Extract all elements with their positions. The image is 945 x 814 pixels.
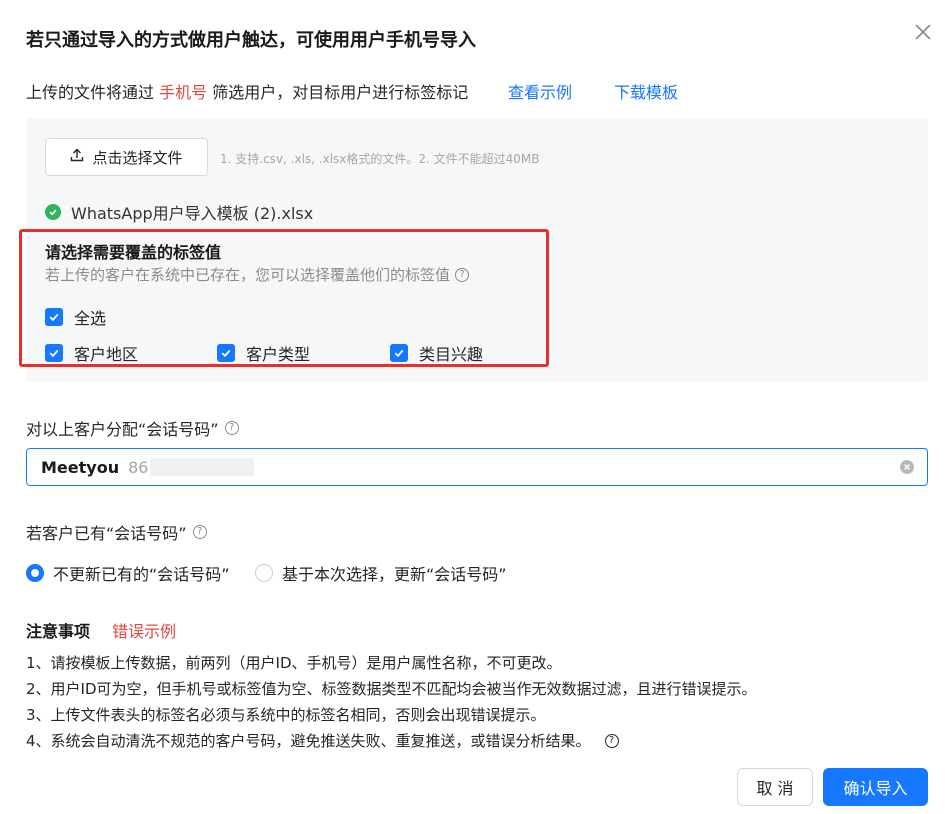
selected-account-number: 86 <box>128 457 149 477</box>
intro-text: 上传的文件将通过 手机号 筛选用户，对目标用户进行标签标记 <box>26 79 468 103</box>
notes-title: 注意事项 <box>26 622 91 641</box>
checkbox-customer-type[interactable]: 客户类型 <box>217 341 310 365</box>
masked-number <box>150 458 255 476</box>
checkbox-select-all[interactable]: 全选 <box>45 305 106 329</box>
tags-section-title: 请选择需要覆盖的标签值 <box>45 243 222 262</box>
download-template-link[interactable]: 下载模板 <box>614 79 678 103</box>
checkbox-label: 客户地区 <box>74 345 139 364</box>
radio-update-number[interactable]: 基于本次选择，更新“会话号码” <box>255 561 507 585</box>
checkbox-label: 类目兴趣 <box>419 345 484 364</box>
upload-hint: 1. 支持.csv, .xls, .xlsx格式的文件。2. 文件不能超过40M… <box>220 152 540 166</box>
uploaded-file-name: WhatsApp用户导入模板 (2).xlsx <box>71 204 314 223</box>
checkbox-checked-icon <box>390 344 408 362</box>
note-item-4: 4、系统会自动清洗不规范的客户号码，避免推送失败、重复推送，或错误分析结果。 ? <box>26 730 619 751</box>
help-icon[interactable]: ? <box>455 267 470 282</box>
close-icon[interactable] <box>913 22 933 42</box>
note-item: 1、请按模板上传数据，前两列（用户ID、手机号）是用户属性名称，不可更改。 <box>26 654 562 672</box>
dialog-title: 若只通过导入的方式做用户触达，可使用用户手机号导入 <box>26 30 476 51</box>
view-example-link[interactable]: 查看示例 <box>508 79 572 103</box>
note-item: 4、系统会自动清洗不规范的客户号码，避免推送失败、重复推送，或错误分析结果。 <box>26 732 591 750</box>
session-number-select[interactable]: Meetyou 86 <box>26 448 928 486</box>
radio-keep-existing[interactable]: 不更新已有的“会话号码” <box>26 561 230 585</box>
tags-section-description: 若上传的客户在系统中已存在，您可以选择覆盖他们的标签值 ? <box>45 264 470 285</box>
checkbox-label: 客户类型 <box>246 345 311 364</box>
choose-file-label: 点击选择文件 <box>92 148 183 167</box>
note-item: 3、上传文件表头的标签名必须与系统中的标签名相同，否则会出现错误提示。 <box>26 706 546 724</box>
existing-number-label: 若客户已有“会话号码” ? <box>26 520 207 544</box>
tags-description-text: 若上传的客户在系统中已存在，您可以选择覆盖他们的标签值 <box>45 266 451 284</box>
error-example-link[interactable]: 错误示例 <box>112 618 176 642</box>
radio-unchecked-icon <box>255 564 273 582</box>
help-icon[interactable]: ? <box>604 733 619 748</box>
intro-suffix: 筛选用户，对目标用户进行标签标记 <box>207 83 469 102</box>
intro-highlight: 手机号 <box>159 83 208 102</box>
checkbox-checked-icon <box>45 344 63 362</box>
checkbox-checked-icon <box>45 308 63 326</box>
checkbox-category-interest[interactable]: 类目兴趣 <box>390 341 483 365</box>
note-item: 2、用户ID可为空，但手机号或标签值为空、标签数据类型不匹配均会被当作无效数据过… <box>26 680 757 698</box>
checkbox-checked-icon <box>217 344 235 362</box>
assign-number-text: 对以上客户分配“会话号码” <box>26 420 219 439</box>
assign-number-label: 对以上客户分配“会话号码” ? <box>26 416 239 440</box>
choose-file-button[interactable]: 点击选择文件 <box>45 138 208 176</box>
checkbox-customer-region[interactable]: 客户地区 <box>45 341 138 365</box>
cancel-button[interactable]: 取 消 <box>737 768 813 806</box>
success-check-icon <box>45 204 61 220</box>
uploaded-file: WhatsApp用户导入模板 (2).xlsx <box>45 200 313 224</box>
existing-number-text: 若客户已有“会话号码” <box>26 524 187 543</box>
intro-prefix: 上传的文件将通过 <box>26 83 160 102</box>
selected-account-name: Meetyou <box>41 457 120 477</box>
radio-checked-icon <box>26 564 44 582</box>
help-icon[interactable]: ? <box>192 525 207 539</box>
radio-label: 不更新已有的“会话号码” <box>53 565 230 584</box>
confirm-import-button[interactable]: 确认导入 <box>823 768 928 806</box>
upload-icon <box>70 148 84 166</box>
clear-icon[interactable] <box>900 460 914 474</box>
radio-label: 基于本次选择，更新“会话号码” <box>282 565 507 584</box>
help-icon[interactable]: ? <box>224 421 239 435</box>
checkbox-label: 全选 <box>74 309 107 328</box>
